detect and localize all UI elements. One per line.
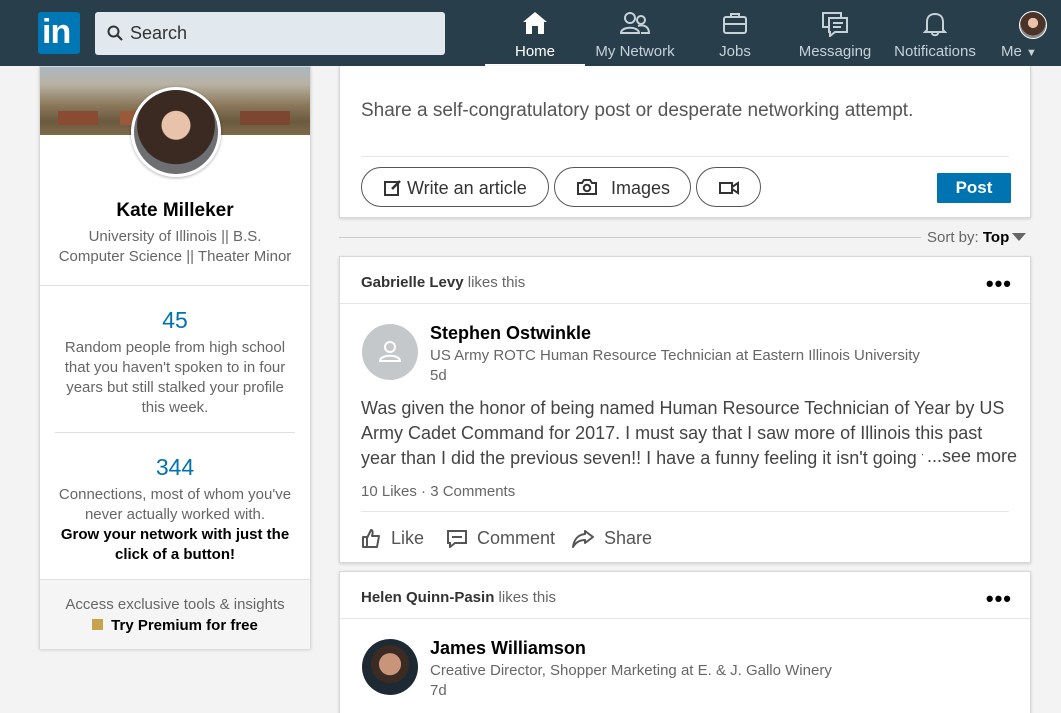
feed-post: Helen Quinn-Pasin likes this ••• James W… bbox=[339, 571, 1031, 713]
share-arrow-icon bbox=[572, 530, 594, 548]
profile-headline: University of Illinois || B.S. Computer … bbox=[58, 228, 292, 265]
grow-network-link[interactable]: Grow your network with just the click of… bbox=[58, 525, 292, 565]
divider bbox=[340, 618, 1030, 619]
video-camera-icon bbox=[719, 181, 739, 195]
nav-my-network[interactable]: My Network bbox=[585, 0, 685, 66]
chevron-down-icon: ▼ bbox=[1026, 47, 1037, 59]
try-premium-link[interactable]: Try Premium for free bbox=[40, 617, 310, 634]
nav-home-label: Home bbox=[514, 43, 555, 60]
premium-tagline: Access exclusive tools & insights bbox=[65, 596, 285, 613]
nav-jobs[interactable]: Jobs bbox=[695, 0, 775, 66]
bell-icon bbox=[923, 12, 947, 37]
share-prompt-input[interactable]: Share a self-congratulatory post or desp… bbox=[361, 100, 913, 122]
comment-icon bbox=[447, 530, 467, 550]
social-activity-header: Helen Quinn-Pasin likes this bbox=[361, 589, 557, 606]
home-icon bbox=[523, 12, 547, 34]
share-button[interactable]: Share bbox=[572, 528, 652, 549]
linkedin-logo[interactable]: in bbox=[38, 12, 80, 54]
top-navigation-bar: in Search Home My Network Jobs Messaging… bbox=[0, 0, 1061, 66]
profile-photo[interactable] bbox=[131, 87, 221, 177]
post-engagement-counts[interactable]: 10 Likes · 3 Comments bbox=[361, 483, 515, 500]
nav-jobs-label: Jobs bbox=[719, 43, 751, 60]
author-name[interactable]: James Williamson bbox=[430, 638, 586, 659]
profile-card: Kate Milleker University of Illinois || … bbox=[39, 66, 311, 649]
network-icon bbox=[620, 12, 650, 34]
briefcase-icon bbox=[723, 13, 747, 34]
connections-description: Connections, most of whom you've never a… bbox=[58, 486, 292, 523]
pencil-square-icon bbox=[384, 180, 401, 196]
profile-views-description: Random people from high school that you … bbox=[64, 339, 286, 416]
comment-button[interactable]: Comment bbox=[447, 528, 555, 550]
post-text: Was given the honor of being named Human… bbox=[361, 398, 1005, 468]
messaging-icon bbox=[822, 12, 848, 37]
nav-notifications-label: Notifications bbox=[894, 43, 976, 60]
social-activity-header: Gabrielle Levy likes this bbox=[361, 274, 526, 291]
images-button[interactable]: Images bbox=[554, 167, 691, 207]
divider bbox=[40, 285, 310, 286]
more-options-icon[interactable]: ••• bbox=[986, 271, 1012, 297]
sort-by-dropdown[interactable]: Sort by: Top bbox=[927, 229, 1009, 246]
author-title: US Army ROTC Human Resource Technician a… bbox=[430, 347, 920, 364]
post-timestamp: 7d bbox=[430, 682, 447, 699]
video-button[interactable] bbox=[696, 167, 761, 207]
author-avatar-placeholder[interactable] bbox=[362, 324, 418, 380]
author-name[interactable]: Stephen Ostwinkle bbox=[430, 323, 591, 344]
search-placeholder: Search bbox=[130, 23, 188, 43]
feed-post: Gabrielle Levy likes this ••• Stephen Os… bbox=[339, 256, 1031, 563]
author-avatar[interactable] bbox=[362, 639, 418, 695]
author-title: Creative Director, Shopper Marketing at … bbox=[430, 662, 832, 679]
profile-views-count[interactable]: 45 bbox=[40, 307, 310, 334]
share-box: Share a self-congratulatory post or desp… bbox=[339, 66, 1031, 218]
nav-home[interactable]: Home bbox=[485, 0, 585, 66]
connections-count[interactable]: 344 bbox=[40, 454, 310, 481]
see-more-link[interactable]: ...see more bbox=[923, 446, 1018, 467]
nav-me-label: Me ▼ bbox=[1001, 43, 1037, 60]
divider bbox=[55, 432, 295, 433]
nav-me[interactable]: Me ▼ bbox=[1001, 0, 1055, 66]
camera-icon bbox=[577, 179, 597, 195]
premium-section: Access exclusive tools & insights Try Pr… bbox=[40, 579, 310, 649]
caret-down-icon[interactable] bbox=[1012, 233, 1026, 241]
write-article-button[interactable]: Write an article bbox=[361, 167, 549, 207]
avatar bbox=[1019, 11, 1047, 39]
nav-my-network-label: My Network bbox=[595, 43, 675, 60]
nav-notifications[interactable]: Notifications bbox=[885, 0, 985, 66]
like-button[interactable]: Like bbox=[361, 528, 424, 549]
person-icon bbox=[379, 341, 401, 362]
nav-messaging[interactable]: Messaging bbox=[785, 0, 885, 66]
search-icon bbox=[107, 25, 123, 41]
write-article-label: Write an article bbox=[407, 178, 527, 198]
divider bbox=[361, 511, 1009, 512]
sort-divider bbox=[339, 237, 921, 238]
nav-messaging-label: Messaging bbox=[798, 43, 872, 60]
divider bbox=[361, 156, 1009, 157]
post-button[interactable]: Post bbox=[937, 173, 1011, 203]
premium-icon bbox=[92, 619, 104, 630]
divider bbox=[40, 579, 310, 580]
thumbs-up-icon bbox=[362, 529, 380, 548]
search-input[interactable]: Search bbox=[95, 12, 445, 55]
profile-name[interactable]: Kate Milleker bbox=[40, 200, 310, 222]
more-options-icon[interactable]: ••• bbox=[986, 586, 1012, 612]
divider bbox=[340, 303, 1030, 304]
images-label: Images bbox=[611, 178, 671, 198]
post-timestamp: 5d bbox=[430, 367, 447, 384]
